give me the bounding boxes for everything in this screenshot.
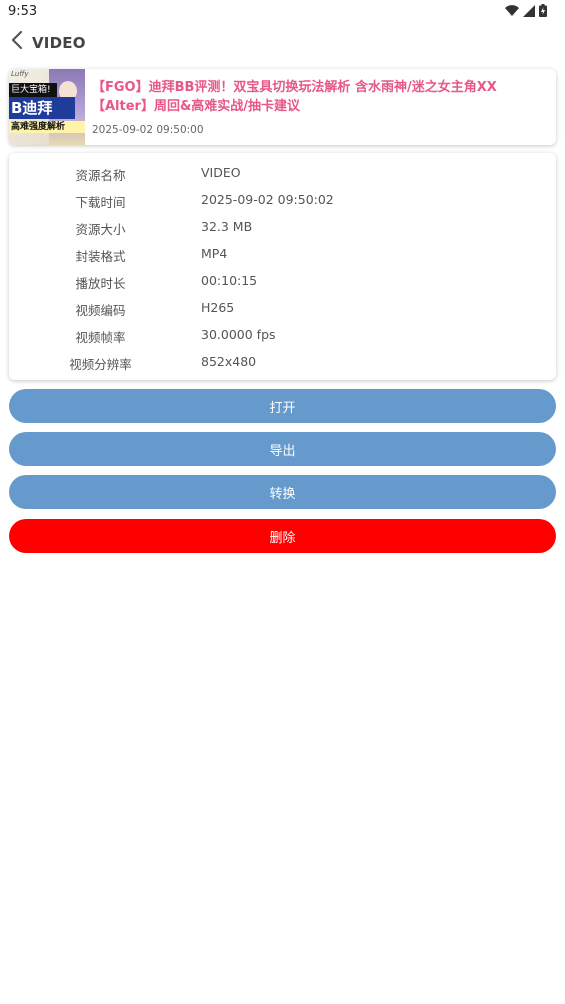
thumbnail-logo: Luffy [11, 70, 29, 78]
info-value: MP4 [201, 246, 228, 261]
back-button[interactable] [6, 30, 28, 54]
info-row: 封装格式 MP4 [9, 241, 556, 268]
info-row: 视频帧率 30.0000 fps [9, 322, 556, 349]
video-date: 2025-09-02 09:50:00 [92, 124, 204, 136]
info-value: 32.3 MB [201, 219, 253, 234]
info-row: 视频分辨率 852x480 [9, 349, 556, 376]
info-value: 852x480 [201, 354, 257, 369]
convert-button[interactable]: 转换 [9, 475, 556, 509]
signal-icon [523, 4, 535, 17]
info-value: H265 [201, 300, 235, 315]
export-button[interactable]: 导出 [9, 432, 556, 466]
info-row: 下载时间 2025-09-02 09:50:02 [9, 187, 556, 214]
info-label: 资源名称 [75, 168, 126, 183]
info-row: 资源名称 VIDEO [9, 160, 556, 187]
video-card[interactable]: Luffy 巨大宝箱! B迪拜 高难强度解析 【FGO】迪拜BB评测！双宝具切换… [9, 69, 556, 145]
delete-button[interactable]: 删除 [9, 519, 556, 553]
info-value: 30.0000 fps [201, 327, 276, 342]
status-time: 9:53 [8, 4, 38, 19]
status-icons [505, 4, 547, 17]
status-bar: 9:53 [0, 0, 565, 24]
wifi-icon [505, 4, 519, 17]
info-label: 封装格式 [75, 249, 126, 264]
info-label: 资源大小 [75, 222, 126, 237]
info-value: 00:10:15 [201, 273, 258, 288]
info-label: 视频编码 [75, 303, 126, 318]
info-value: VIDEO [201, 165, 241, 180]
page-title: VIDEO [32, 34, 86, 52]
info-label: 下载时间 [75, 195, 126, 210]
chevron-left-icon [11, 30, 23, 54]
app-bar: VIDEO [0, 24, 565, 62]
battery-icon [539, 4, 547, 17]
info-label: 视频帧率 [75, 330, 126, 345]
info-label: 视频分辨率 [69, 357, 132, 372]
open-button[interactable]: 打开 [9, 389, 556, 423]
thumbnail-caption-1: 巨大宝箱! [9, 83, 57, 97]
info-row: 资源大小 32.3 MB [9, 214, 556, 241]
video-title: 【FGO】迪拜BB评测！双宝具切换玩法解析 含水雨神/迷之女主角XX【Alter… [92, 80, 497, 114]
thumbnail-caption-3: 高难强度解析 [9, 121, 85, 133]
info-row: 视频编码 H265 [9, 295, 556, 322]
info-card: 资源名称 VIDEO 下载时间 2025-09-02 09:50:02 资源大小… [9, 153, 556, 380]
info-row: 播放时长 00:10:15 [9, 268, 556, 295]
thumbnail-caption-2: B迪拜 [9, 97, 75, 119]
info-value: 2025-09-02 09:50:02 [201, 192, 334, 207]
info-label: 播放时长 [75, 276, 126, 291]
video-thumbnail: Luffy 巨大宝箱! B迪拜 高难强度解析 [9, 69, 85, 145]
